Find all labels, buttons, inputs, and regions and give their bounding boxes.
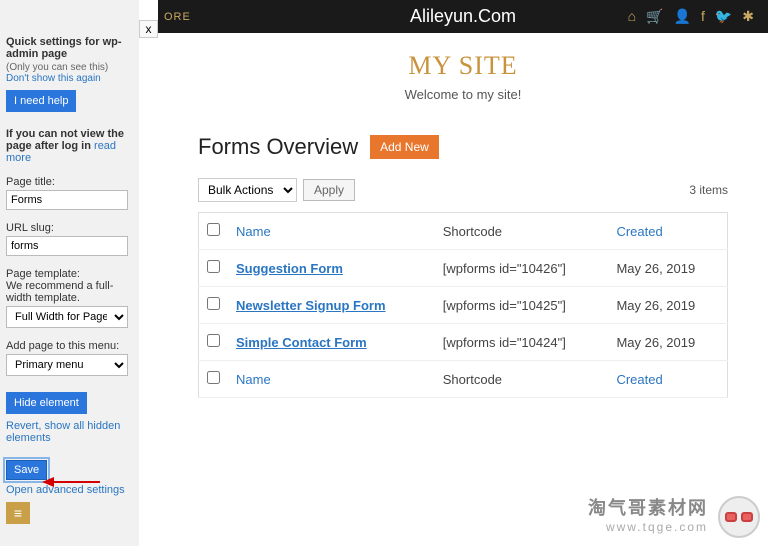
select-all-checkbox-foot[interactable] xyxy=(207,371,220,384)
menu-label: Add page to this menu: xyxy=(6,340,133,352)
url-slug-label: URL slug: xyxy=(6,222,133,234)
menu-select[interactable]: Primary menu xyxy=(6,354,128,376)
add-new-button[interactable]: Add New xyxy=(370,135,439,159)
close-panel-button[interactable]: x xyxy=(139,20,158,38)
table-row: Newsletter Signup Form [wpforms id="1042… xyxy=(199,287,728,324)
top-bar: ORE Alileyun.Com ⌂ 🛒 👤 f 🐦 ✱ xyxy=(158,0,768,33)
cart-icon[interactable]: 🛒 xyxy=(646,8,663,25)
site-tagline: Welcome to my site! xyxy=(158,87,768,102)
watermark: 淘气哥素材网 www.tqge.com xyxy=(588,494,708,534)
site-header: MY SITE Welcome to my site! xyxy=(158,33,768,120)
house-icon[interactable]: ⌂ xyxy=(628,8,636,25)
rss-icon[interactable]: ✱ xyxy=(742,8,754,25)
items-count: 3 items xyxy=(689,183,728,197)
twitter-icon[interactable]: 🐦 xyxy=(715,8,732,25)
page-heading: Forms Overview xyxy=(198,134,358,160)
template-select[interactable]: Full Width for Page Builder xyxy=(6,306,128,328)
page-title-label: Page title: xyxy=(6,176,133,188)
select-all-checkbox[interactable] xyxy=(207,223,220,236)
url-slug-input[interactable] xyxy=(6,236,128,256)
user-icon[interactable]: 👤 xyxy=(674,8,691,25)
col-shortcode: Shortcode xyxy=(435,213,609,250)
visibility-note: (Only you can see this) Don't show this … xyxy=(6,62,133,84)
shortcode-cell: [wpforms id="10426"] xyxy=(435,250,609,287)
hide-element-button[interactable]: Hide element xyxy=(6,392,87,414)
created-cell: May 26, 2019 xyxy=(608,287,727,324)
save-button[interactable]: Save xyxy=(6,460,47,480)
col-name-foot[interactable]: Name xyxy=(228,361,435,398)
annotation-arrow xyxy=(42,477,100,487)
sidebar-heading: Quick settings for wp-admin page xyxy=(6,36,133,60)
created-cell: May 26, 2019 xyxy=(608,324,727,361)
site-url: Alileyun.Com xyxy=(410,6,516,27)
shortcode-cell: [wpforms id="10425"] xyxy=(435,287,609,324)
row-checkbox[interactable] xyxy=(207,260,220,273)
forms-table: Name Shortcode Created Suggestion Form [… xyxy=(198,212,728,398)
col-created-foot[interactable]: Created xyxy=(608,361,727,398)
table-row: Suggestion Form [wpforms id="10426"] May… xyxy=(199,250,728,287)
main-area: MY SITE Welcome to my site! Forms Overvi… xyxy=(158,33,768,546)
form-name-link[interactable]: Simple Contact Form xyxy=(236,335,367,350)
col-created[interactable]: Created xyxy=(608,213,727,250)
hamburger-button[interactable]: ≡ xyxy=(6,502,30,524)
bulk-actions-select[interactable]: Bulk Actions xyxy=(198,178,297,202)
dont-show-link[interactable]: Don't show this again xyxy=(6,73,101,84)
need-help-button[interactable]: I need help xyxy=(6,90,76,112)
cant-view-note: If you can not view the page after log i… xyxy=(6,128,133,164)
form-name-link[interactable]: Newsletter Signup Form xyxy=(236,298,386,313)
site-title: MY SITE xyxy=(158,51,768,81)
mascot-icon xyxy=(718,496,760,538)
form-name-link[interactable]: Suggestion Form xyxy=(236,261,343,276)
shortcode-cell: [wpforms id="10424"] xyxy=(435,324,609,361)
settings-sidebar: Quick settings for wp-admin page (Only y… xyxy=(0,0,139,546)
template-note: We recommend a full-width template. xyxy=(6,280,133,304)
facebook-icon[interactable]: f xyxy=(701,8,705,25)
page-title-input[interactable] xyxy=(6,190,128,210)
col-name[interactable]: Name xyxy=(228,213,435,250)
created-cell: May 26, 2019 xyxy=(608,250,727,287)
col-shortcode-foot: Shortcode xyxy=(435,361,609,398)
revert-link[interactable]: Revert, show all hidden elements xyxy=(6,420,120,444)
top-icons: ⌂ 🛒 👤 f 🐦 ✱ xyxy=(628,8,754,25)
table-row: Simple Contact Form [wpforms id="10424"]… xyxy=(199,324,728,361)
apply-button[interactable]: Apply xyxy=(303,179,355,201)
template-label: Page template: xyxy=(6,268,133,280)
row-checkbox[interactable] xyxy=(207,297,220,310)
row-checkbox[interactable] xyxy=(207,334,220,347)
store-label: ORE xyxy=(164,11,191,23)
